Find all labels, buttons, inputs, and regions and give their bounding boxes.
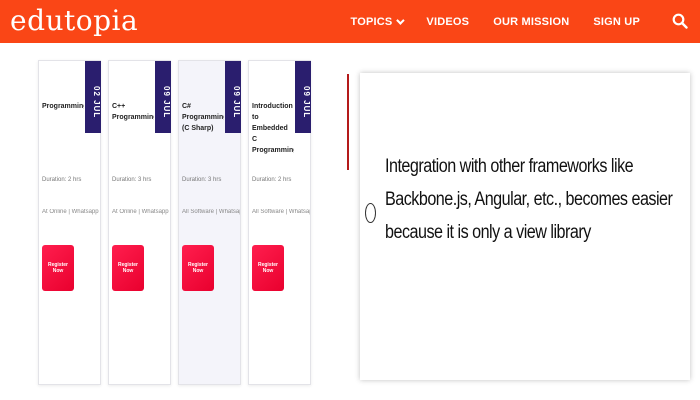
course-cards: 02 JUL Programming Duration: 2 hrs At On… [38,60,328,385]
card-duration: Duration: 3 hrs [112,177,152,183]
course-card[interactable]: 09 JUL C++ Programming Duration: 3 hrs A… [108,60,171,385]
search-icon[interactable] [672,13,688,29]
nav-videos[interactable]: VIDEOS [426,16,469,28]
nav-sign-up-label: SIGN UP [593,15,640,28]
card-details: At Online | Whatsapp & Hardcopy [112,209,170,215]
register-button[interactable]: Register Now [42,245,74,291]
quote-text: Integration with other frameworks like B… [385,156,673,243]
nav-topics-label: TOPICS [350,15,393,28]
card-details: At Online | Whatsapp & Hardcopy [42,209,100,215]
register-button[interactable]: Register Now [182,245,214,291]
nav-our-mission-label: OUR MISSION [493,15,570,28]
nav-sign-up[interactable]: SIGN UP [593,16,640,28]
nav-topics[interactable]: TOPICS [350,15,406,28]
main-nav: TOPICS VIDEOS OUR MISSION SIGN UP [326,0,640,43]
accent-divider [347,74,349,170]
register-button[interactable]: Register Now [112,245,144,291]
card-duration: Duration: 3 hrs [182,177,222,183]
site-logo[interactable]: edutopia [10,4,138,37]
card-date: 09 JUL [155,61,171,133]
card-duration: Duration: 2 hrs [252,177,292,183]
nav-videos-label: VIDEOS [426,15,470,28]
card-duration: Duration: 2 hrs [42,177,82,183]
course-card[interactable]: 09 JUL Introduction to Embedded C Progra… [248,60,311,385]
card-title: Introduction to Embedded C Programming [252,103,294,154]
card-title: Programming [42,103,84,110]
course-card[interactable]: 09 JUL C# Programming (C Sharp) Duration… [178,60,241,385]
card-title: C++ Programming [112,103,154,121]
course-card[interactable]: 02 JUL Programming Duration: 2 hrs At On… [38,60,101,385]
register-button[interactable]: Register Now [252,245,284,291]
site-header: edutopia TOPICS VIDEOS OUR MISSION SIGN … [0,0,700,43]
card-date: 09 JUL [295,61,311,133]
card-details: All Software | Whatsapp & Hardcopy [182,209,240,215]
card-title: C# Programming (C Sharp) [182,103,224,132]
chevron-down-icon [396,15,406,25]
radio-option[interactable] [365,203,376,223]
card-date: 09 JUL [225,61,241,133]
nav-our-mission[interactable]: OUR MISSION [493,16,569,28]
card-details: All Software | Whatsapp & Hardcopy [252,209,310,215]
card-date: 02 JUL [85,61,101,133]
